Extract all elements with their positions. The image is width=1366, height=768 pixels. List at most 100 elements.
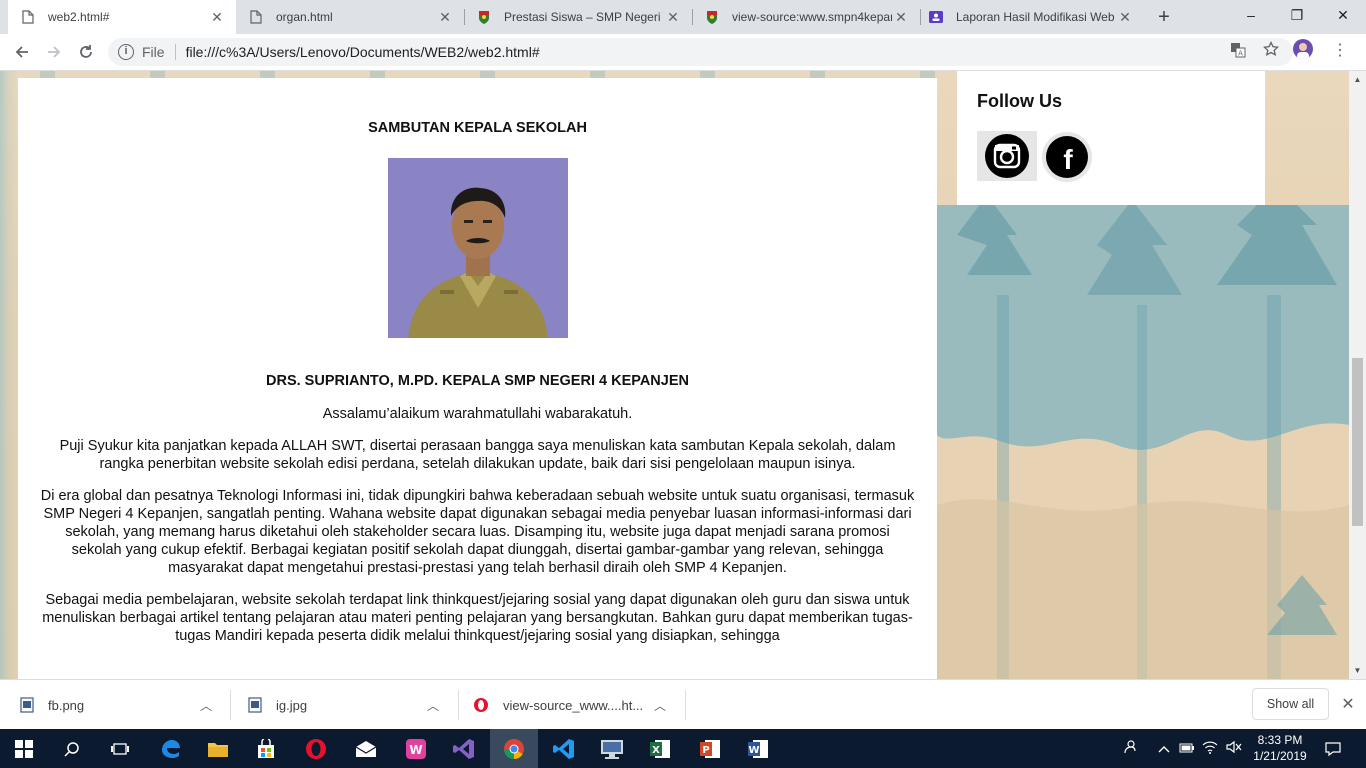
edge-browser-icon[interactable] bbox=[146, 729, 194, 768]
opera-icon[interactable] bbox=[292, 729, 340, 768]
tab-close-icon[interactable]: ✕ bbox=[664, 9, 682, 26]
chevron-up-icon[interactable] bbox=[1152, 742, 1176, 756]
paragraph: Sebagai media pembelajaran, website seko… bbox=[42, 592, 913, 644]
maximize-button[interactable]: ❐ bbox=[1274, 0, 1320, 30]
download-filename: view-source_www....ht... bbox=[503, 697, 644, 713]
profile-avatar[interactable] bbox=[1293, 39, 1313, 59]
address-bar[interactable]: i File file:///c%3A/Users/Lenovo/Documen… bbox=[108, 38, 1293, 66]
excel-icon[interactable]: X bbox=[636, 729, 684, 768]
taskbar-clock[interactable]: 8:33 PM 1/21/2019 bbox=[1248, 732, 1312, 764]
visual-studio-icon[interactable] bbox=[440, 729, 488, 768]
principal-name: DRS. SUPRIANTO, M.PD. KEPALA SMP NEGERI … bbox=[266, 373, 689, 389]
bookmark-star-icon[interactable] bbox=[1262, 40, 1280, 62]
tab-laporan[interactable]: Laporan Hasil Modifikasi Web ✕ bbox=[916, 0, 1144, 34]
svg-text:A: A bbox=[1238, 50, 1243, 58]
windows-taskbar: W X P W 8:33 PM 1/21/2019 bbox=[0, 729, 1366, 768]
download-item[interactable]: fb.png ︿ bbox=[0, 680, 230, 730]
reload-button[interactable] bbox=[72, 38, 100, 66]
chevron-up-icon[interactable]: ︿ bbox=[200, 697, 212, 714]
clock-time: 8:33 PM bbox=[1257, 733, 1303, 747]
page-title: SAMBUTAN KEPALA SEKOLAH bbox=[368, 120, 587, 136]
watercolor-tree-background bbox=[937, 205, 1349, 679]
facebook-icon[interactable]: f bbox=[1041, 131, 1092, 182]
scroll-up-icon[interactable]: ▲ bbox=[1349, 71, 1366, 88]
windows-start-icon[interactable] bbox=[0, 729, 48, 768]
file-explorer-icon[interactable] bbox=[194, 729, 242, 768]
search-icon[interactable] bbox=[48, 729, 96, 768]
tab-close-icon[interactable]: ✕ bbox=[892, 9, 910, 26]
principal-photo bbox=[387, 158, 568, 338]
download-item[interactable]: ig.jpg ︿ bbox=[228, 680, 458, 730]
notification-icon[interactable] bbox=[1310, 729, 1356, 768]
people-icon[interactable] bbox=[1118, 740, 1142, 757]
tab-organ[interactable]: organ.html ✕ bbox=[236, 0, 464, 34]
task-view-icon[interactable] bbox=[96, 729, 144, 768]
arrow-left-icon bbox=[15, 46, 28, 58]
document-icon bbox=[20, 9, 36, 25]
reload-icon bbox=[80, 45, 92, 58]
follow-us-widget: Follow Us f bbox=[957, 71, 1265, 205]
system-tray bbox=[1118, 729, 1246, 768]
wifi-icon[interactable] bbox=[1198, 740, 1222, 757]
translate-icon[interactable]: A bbox=[1230, 42, 1246, 63]
school-logo-icon bbox=[476, 9, 492, 25]
browser-toolbar: i File file:///c%3A/Users/Lenovo/Documen… bbox=[0, 34, 1366, 71]
minimize-button[interactable]: – bbox=[1228, 0, 1274, 30]
address-scheme: File bbox=[142, 44, 165, 60]
battery-icon[interactable] bbox=[1176, 742, 1198, 756]
menu-icon[interactable]: ⋮ bbox=[1332, 40, 1348, 60]
tab-title: Laporan Hasil Modifikasi Web bbox=[956, 10, 1115, 24]
arrow-right-icon bbox=[48, 46, 61, 58]
wamp-server-icon[interactable]: W bbox=[392, 729, 440, 768]
tab-close-icon[interactable]: ✕ bbox=[436, 9, 454, 26]
chevron-up-icon[interactable]: ︿ bbox=[427, 697, 439, 714]
greeting-text: Assalamu’alaikum warahmatullahi wabaraka… bbox=[322, 406, 633, 422]
address-url[interactable]: file:///c%3A/Users/Lenovo/Documents/WEB2… bbox=[186, 44, 540, 60]
tab-title: web2.html# bbox=[48, 10, 110, 24]
document-icon bbox=[248, 9, 264, 25]
close-icon[interactable]: ✕ bbox=[1338, 694, 1358, 714]
close-window-button[interactable]: ✕ bbox=[1320, 0, 1366, 30]
store-icon[interactable] bbox=[242, 729, 290, 768]
svg-text:X: X bbox=[652, 745, 660, 756]
chrome-icon[interactable] bbox=[490, 729, 538, 768]
tab-title: Prestasi Siswa – SMP Negeri 4 bbox=[504, 10, 664, 24]
instagram-icon[interactable] bbox=[977, 131, 1037, 181]
tab-close-icon[interactable]: ✕ bbox=[1116, 9, 1134, 26]
paragraph: Puji Syukur kita panjatkan kepada ALLAH … bbox=[59, 438, 896, 472]
paragraph: Di era global dan pesatnya Teknologi Inf… bbox=[40, 488, 915, 576]
tab-view-source[interactable]: view-source:www.smpn4kepan ✕ bbox=[692, 0, 920, 34]
back-button[interactable] bbox=[8, 38, 36, 66]
network-app-icon[interactable] bbox=[588, 729, 636, 768]
image-file-icon bbox=[248, 697, 262, 713]
show-all-button[interactable]: Show all bbox=[1252, 688, 1329, 720]
forward-button[interactable] bbox=[40, 38, 68, 66]
clock-date: 1/21/2019 bbox=[1253, 749, 1307, 763]
page-scrollbar[interactable]: ▲ ▼ bbox=[1349, 71, 1366, 679]
tab-strip: web2.html# ✕ organ.html ✕ Prestasi Siswa… bbox=[0, 0, 1366, 34]
mail-icon[interactable] bbox=[342, 729, 390, 768]
svg-text:P: P bbox=[702, 745, 709, 756]
svg-text:W: W bbox=[409, 743, 422, 757]
tab-web2[interactable]: web2.html# ✕ bbox=[8, 0, 236, 34]
vscode-icon[interactable] bbox=[540, 729, 588, 768]
chevron-up-icon[interactable]: ︿ bbox=[654, 697, 666, 714]
scroll-down-icon[interactable]: ▼ bbox=[1349, 662, 1366, 679]
powerpoint-icon[interactable]: P bbox=[686, 729, 734, 768]
info-icon[interactable]: i bbox=[118, 44, 134, 60]
image-file-icon bbox=[20, 697, 34, 713]
volume-muted-icon[interactable] bbox=[1222, 740, 1246, 757]
address-divider bbox=[174, 44, 176, 60]
tab-prestasi-siswa[interactable]: Prestasi Siswa – SMP Negeri 4 ✕ bbox=[464, 0, 692, 34]
tab-close-icon[interactable]: ✕ bbox=[208, 9, 226, 26]
facebook-glyph: f bbox=[1063, 144, 1073, 175]
word-icon[interactable]: W bbox=[734, 729, 782, 768]
new-tab-button[interactable]: + bbox=[1152, 6, 1176, 29]
downloads-bar: fb.png ︿ ig.jpg ︿ view-source_www....ht.… bbox=[0, 679, 1366, 729]
page-viewport: SAMBUTAN KEPALA SEKOLAH DRS. SUPRIANTO, … bbox=[0, 71, 1349, 679]
scroll-thumb[interactable] bbox=[1352, 358, 1363, 526]
tab-title: organ.html bbox=[276, 10, 333, 24]
download-item[interactable]: view-source_www....ht... ︿ bbox=[455, 680, 685, 730]
opera-icon bbox=[474, 698, 488, 712]
download-divider bbox=[685, 690, 686, 720]
